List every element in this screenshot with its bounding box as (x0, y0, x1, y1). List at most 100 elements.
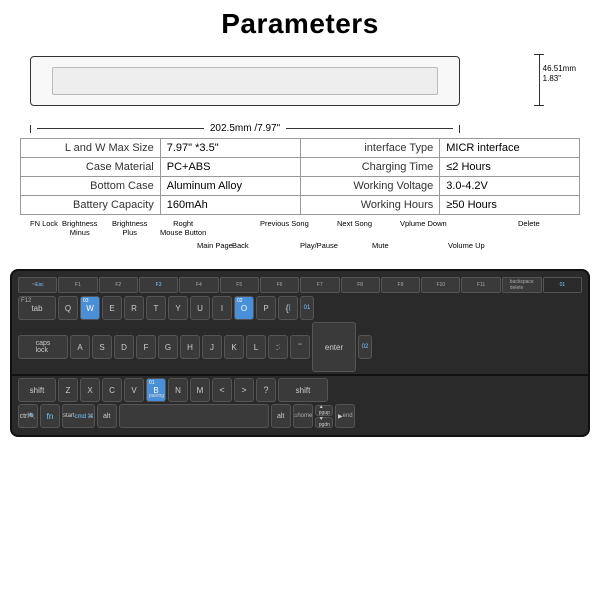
table-row: Bottom Case Aluminum Alloy Working Volta… (21, 177, 580, 196)
key-f6[interactable]: F6 (260, 277, 299, 293)
param-left-value: Aluminum Alloy (160, 177, 300, 196)
key-h[interactable]: H (180, 335, 200, 359)
key-s[interactable]: S (92, 335, 112, 359)
key-tilde[interactable]: ~Esc (18, 277, 57, 293)
fn-lock-label: FN Lock (30, 219, 58, 228)
key-semicolon[interactable]: :; (268, 335, 288, 359)
key-z[interactable]: Z (58, 378, 78, 402)
keyboard-section: FN Lock BrightnessMinus BrightnessPlus R… (10, 219, 590, 437)
key-bracket-open[interactable]: {[ (278, 296, 298, 320)
page-title: Parameters (0, 0, 600, 46)
brightness-plus-label: BrightnessPlus (112, 219, 147, 237)
dim-bottom: 202.5mm /7.97" (30, 123, 460, 134)
key-f1[interactable]: F1 (58, 277, 97, 293)
diagram-section: 46.51mm1.83" 202.5mm /7.97" (20, 46, 580, 136)
key-n[interactable]: N (168, 378, 188, 402)
key-alt-left[interactable]: alt (97, 404, 117, 428)
key-o[interactable]: 02O (234, 296, 254, 320)
key-f[interactable]: F (136, 335, 156, 359)
key-y[interactable]: Y (168, 296, 188, 320)
key-i[interactable]: I (212, 296, 232, 320)
key-backspace[interactable]: backspacedelete (502, 277, 542, 293)
key-shift-right[interactable]: shift (278, 378, 328, 402)
key-tab[interactable]: tabF12 (18, 296, 56, 320)
key-w[interactable]: 03W (80, 296, 100, 320)
key-gt[interactable]: > (234, 378, 254, 402)
fn-labels: FN Lock BrightnessMinus BrightnessPlus R… (12, 219, 588, 269)
key-f3[interactable]: F3 (139, 277, 178, 293)
key-enter[interactable]: enter (312, 322, 356, 372)
key-01[interactable]: 01 (543, 277, 582, 293)
key-e[interactable]: E (102, 296, 122, 320)
keyboard-body: ~Esc F1 F2 F3 F4 F5 F6 F7 F8 F9 F10 F11 … (10, 269, 590, 437)
back-label: Back (232, 241, 249, 250)
key-f7[interactable]: F7 (300, 277, 339, 293)
key-p[interactable]: P (256, 296, 276, 320)
key-pgup-pgdn: ▲pgup ▼pgdn (315, 405, 333, 428)
param-right-value: MICR interface (440, 139, 580, 158)
param-right-label: Working Voltage (300, 177, 440, 196)
key-v[interactable]: V (124, 378, 144, 402)
key-lt[interactable]: < (212, 378, 232, 402)
keyboard-top-view (30, 56, 460, 106)
param-right-label: Working Hours (300, 196, 440, 215)
key-quote[interactable]: " ' (290, 335, 310, 359)
key-pgdn[interactable]: ▼pgdn (315, 417, 333, 428)
key-ctrl[interactable]: ctrl🔍 (18, 404, 38, 428)
key-d[interactable]: D (114, 335, 134, 359)
key-side-02[interactable]: 02 (358, 335, 372, 359)
play-pause-label: Play/Pause (300, 241, 338, 250)
table-row: Case Material PC+ABS Charging Time ≤2 Ho… (21, 158, 580, 177)
key-k[interactable]: K (224, 335, 244, 359)
param-left-label: Case Material (21, 158, 161, 177)
key-end[interactable]: ▶end (335, 404, 355, 428)
row-tab: tabF12 Q 03W E R T Y U I 02O P {[ 01 (18, 296, 582, 320)
param-left-label: Bottom Case (21, 177, 161, 196)
key-j[interactable]: J (202, 335, 222, 359)
key-f11[interactable]: F11 (461, 277, 500, 293)
key-f8[interactable]: F8 (341, 277, 380, 293)
param-right-label: Charging Time (300, 158, 440, 177)
key-home[interactable]: ⌂home (293, 404, 314, 428)
key-b[interactable]: 01pairingB (146, 378, 166, 402)
key-g[interactable]: G (158, 335, 178, 359)
key-f5[interactable]: F5 (220, 277, 259, 293)
key-side-01[interactable]: 01 (300, 296, 314, 320)
key-m[interactable]: M (190, 378, 210, 402)
key-f4[interactable]: F4 (179, 277, 218, 293)
param-left-value: PC+ABS (160, 158, 300, 177)
key-x[interactable]: X (80, 378, 100, 402)
param-right-label: interface Type (300, 139, 440, 158)
key-r[interactable]: R (124, 296, 144, 320)
key-f9[interactable]: F9 (381, 277, 420, 293)
key-slash[interactable]: ? (256, 378, 276, 402)
key-shift-left[interactable]: shift (18, 378, 56, 402)
volume-down-label: Vplume Down (400, 219, 447, 228)
key-fn[interactable]: fn (40, 404, 60, 428)
key-l[interactable]: L (246, 335, 266, 359)
key-caps[interactable]: capslock (18, 335, 68, 359)
key-f10[interactable]: F10 (421, 277, 460, 293)
key-alt-right[interactable]: alt (271, 404, 291, 428)
row-caps: capslock A S D F G H J K L :; " ' enter … (18, 322, 582, 372)
table-row: Battery Capacity 160mAh Working Hours ≥5… (21, 196, 580, 215)
keyboard-top-inner (52, 67, 437, 96)
key-a[interactable]: A (70, 335, 90, 359)
key-start-cmd[interactable]: startcmd ⌘ (62, 404, 95, 428)
key-q[interactable]: Q (58, 296, 78, 320)
table-row: L and W Max Size 7.97" *3.5" interface T… (21, 139, 580, 158)
key-u[interactable]: U (190, 296, 210, 320)
main-page-label: Main Page (197, 241, 233, 250)
next-song-label: Next Song (337, 219, 372, 228)
key-t[interactable]: T (146, 296, 166, 320)
row-shift: shift Z X C V 01pairingB N M < > ? shift (18, 378, 582, 402)
param-right-value: ≤2 Hours (440, 158, 580, 177)
mute-label: Mute (372, 241, 389, 250)
keyboard-connector (12, 374, 588, 376)
param-left-value: 7.97" *3.5" (160, 139, 300, 158)
key-space[interactable] (119, 404, 269, 428)
key-pgup[interactable]: ▲pgup (315, 405, 333, 416)
key-f2[interactable]: F2 (99, 277, 138, 293)
right-mouse-label: RoghtMouse Button (160, 219, 206, 237)
key-c[interactable]: C (102, 378, 122, 402)
